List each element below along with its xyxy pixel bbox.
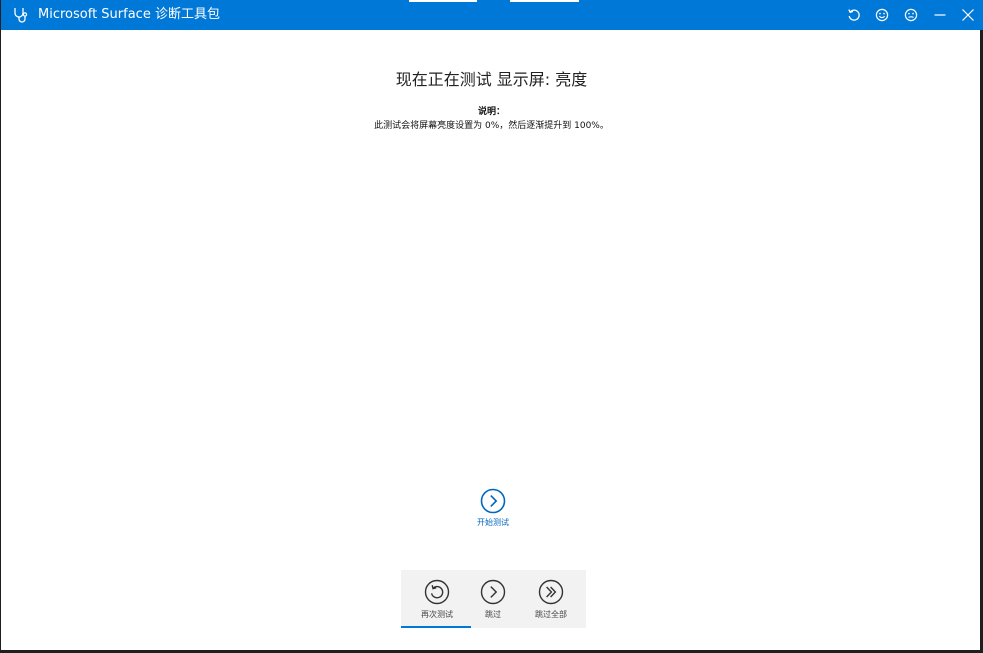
test-action-toolbar: 再次测试 跳过 跳过全部	[401, 570, 586, 628]
active-tab-indicator	[401, 626, 471, 628]
close-button[interactable]	[958, 5, 978, 25]
stethoscope-icon	[14, 8, 28, 23]
app-title: Microsoft Surface 诊断工具包	[38, 7, 220, 22]
title-tab-indicator	[510, 0, 579, 2]
chevron-right-circle-icon	[480, 488, 506, 514]
skip-label: 跳过	[485, 610, 501, 619]
retry-label: 再次测试	[421, 610, 453, 619]
retry-icon	[424, 579, 450, 605]
smile-feedback-button[interactable]	[872, 5, 892, 25]
close-icon	[962, 9, 974, 21]
minimize-button[interactable]	[930, 5, 950, 25]
chevron-right-circle-icon	[480, 579, 506, 605]
start-test-label: 开始测试	[477, 518, 509, 527]
restart-icon	[848, 9, 860, 21]
title-tab-indicator	[409, 0, 477, 2]
retry-button[interactable]: 再次测试	[409, 579, 465, 623]
skip-all-label: 跳过全部	[535, 610, 567, 619]
start-test-button[interactable]: 开始测试	[463, 488, 523, 530]
frown-feedback-button[interactable]	[901, 5, 921, 25]
app-window: Microsoft Surface 诊断工具包 现在正在测试 显示屏: 亮度 说…	[0, 0, 983, 651]
title-bar: Microsoft Surface 诊断工具包	[1, 0, 983, 30]
skip-button[interactable]: 跳过	[465, 579, 521, 623]
test-heading: 现在正在测试 显示屏: 亮度	[395, 70, 588, 89]
skip-all-button[interactable]: 跳过全部	[523, 579, 579, 623]
minimize-icon	[934, 14, 946, 16]
description-title: 说明：	[477, 107, 505, 117]
smile-feedback-icon	[875, 8, 889, 22]
frown-feedback-icon	[904, 8, 918, 22]
double-chevron-right-circle-icon	[538, 579, 564, 605]
restart-button[interactable]	[844, 5, 864, 25]
description-text: 此测试会将屏幕亮度设置为 0%，然后逐渐提升到 100%。	[374, 121, 609, 131]
